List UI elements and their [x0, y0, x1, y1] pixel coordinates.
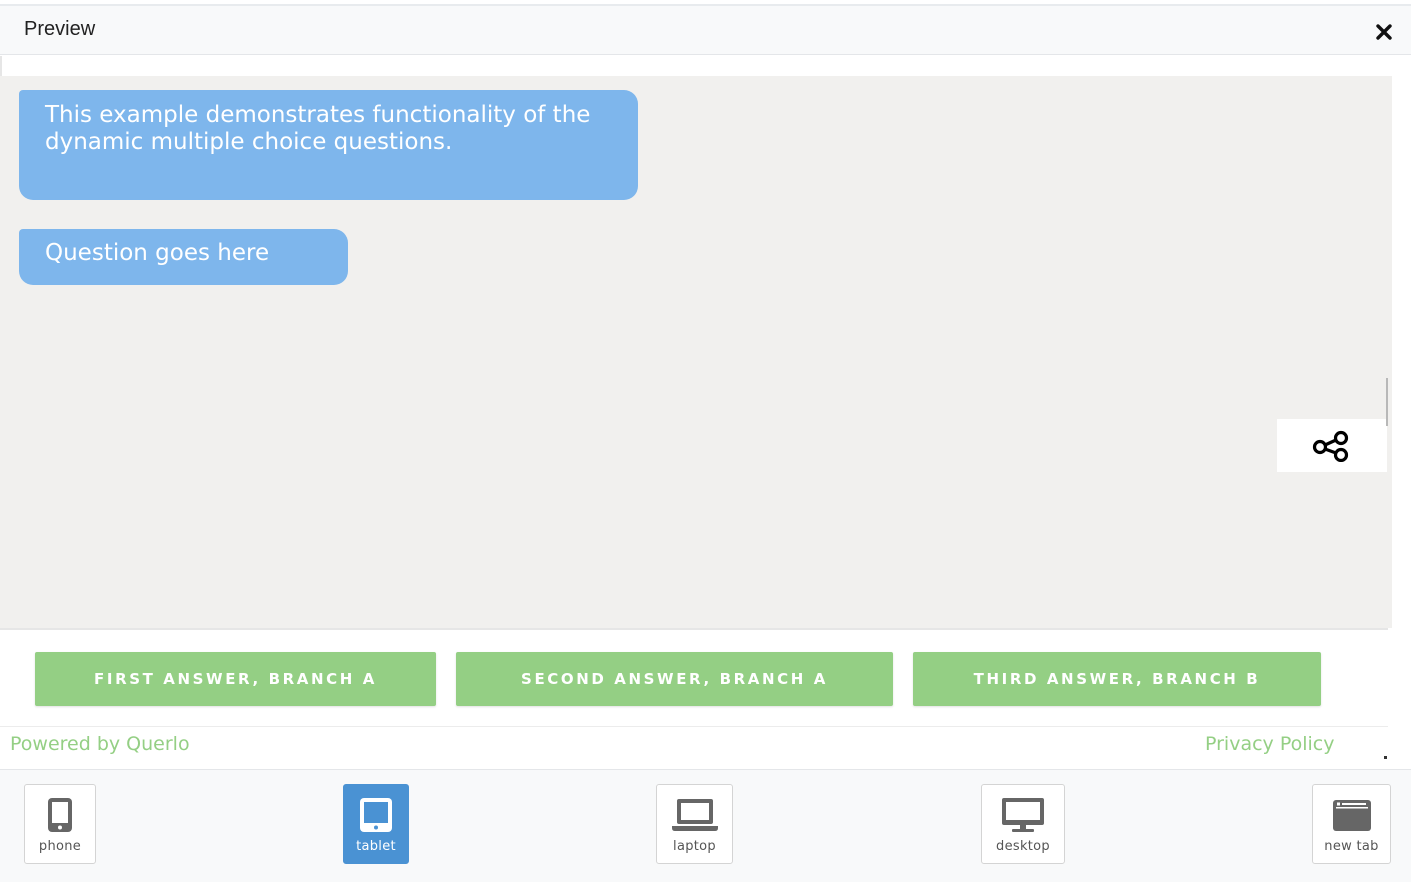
powered-by-link[interactable]: Powered by Querlo [10, 733, 190, 755]
desktop-icon [1002, 798, 1044, 832]
device-button-new-tab[interactable]: new tab [1312, 784, 1391, 864]
chat-scrollbar[interactable] [1386, 378, 1388, 426]
device-button-desktop[interactable]: desktop [981, 784, 1065, 864]
share-button[interactable] [1277, 419, 1387, 472]
device-label-laptop: laptop [673, 839, 716, 854]
share-icon [1312, 430, 1349, 462]
phone-icon [48, 798, 72, 832]
modal-title: Preview [24, 18, 96, 40]
left-edge [0, 56, 2, 78]
resize-handle[interactable] [1384, 756, 1387, 759]
footer-divider [0, 726, 1388, 727]
device-button-tablet[interactable]: tablet [343, 784, 409, 864]
device-button-phone[interactable]: phone [24, 784, 96, 864]
chat-bubble-intro: This example demonstrates functionality … [19, 90, 638, 200]
preview-modal: Preview This example demonstrates functi… [0, 0, 1418, 882]
device-label-tablet: tablet [356, 839, 396, 854]
new-tab-icon [1332, 800, 1371, 831]
chat-bubble-question: Question goes here [19, 229, 348, 285]
tablet-icon [360, 798, 392, 832]
answer-button-second[interactable]: SECOND ANSWER, BRANCH A [456, 652, 893, 706]
device-label-desktop: desktop [996, 839, 1050, 854]
answers-bar: FIRST ANSWER, BRANCH A SECOND ANSWER, BR… [0, 628, 1388, 726]
answer-button-first[interactable]: FIRST ANSWER, BRANCH A [35, 652, 436, 706]
laptop-icon [671, 799, 718, 831]
device-button-laptop[interactable]: laptop [656, 784, 733, 864]
close-button[interactable] [1370, 18, 1398, 46]
close-icon [1376, 24, 1392, 40]
device-label-new-tab: new tab [1324, 839, 1379, 854]
modal-header: Preview [0, 6, 1411, 55]
chat-corner [0, 56, 24, 76]
device-toolbar: phone tablet laptop desktop new tab [0, 769, 1411, 882]
answer-button-third[interactable]: THIRD ANSWER, BRANCH B [913, 652, 1321, 706]
privacy-policy-link[interactable]: Privacy Policy [1205, 733, 1334, 755]
device-label-phone: phone [38, 839, 82, 854]
